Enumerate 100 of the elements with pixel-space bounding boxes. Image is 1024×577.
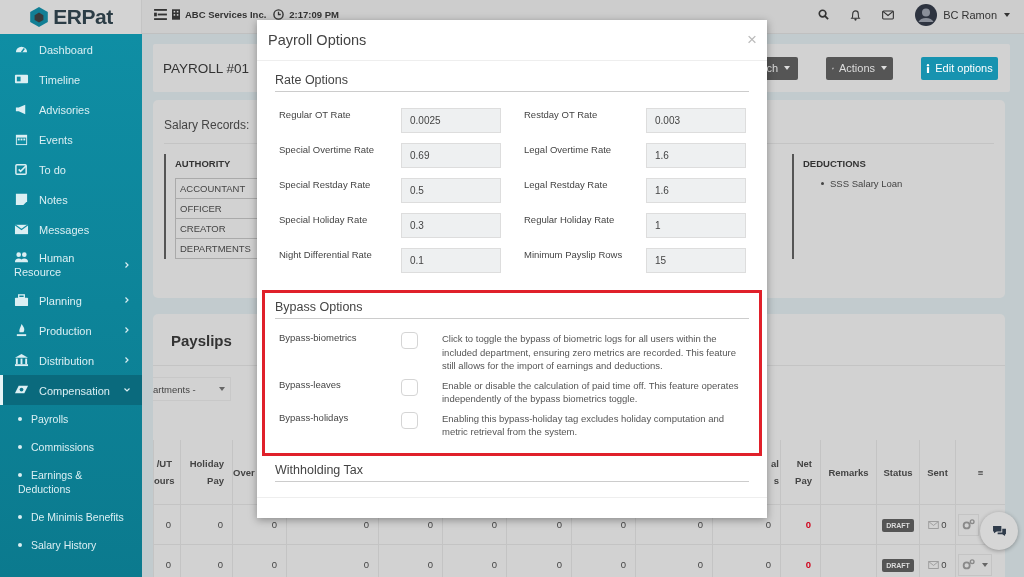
- column-header: Sent: [927, 466, 948, 478]
- table-cell: 0: [271, 519, 277, 530]
- logo-text: ERPat: [53, 5, 113, 29]
- submenu-item[interactable]: Commissions: [0, 433, 142, 461]
- table-cell: 0: [697, 559, 703, 570]
- chevron-right-icon: [124, 261, 130, 268]
- bullet-icon: [18, 515, 22, 519]
- submenu-item[interactable]: De Minimis Benefits: [0, 503, 142, 531]
- bullet-icon: [18, 543, 22, 547]
- column-heading: AUTHORITY: [175, 158, 232, 169]
- logo-icon: [28, 6, 51, 28]
- rate-field[interactable]: 1.6: [646, 143, 746, 168]
- field-label: Legal Overtime Rate: [524, 143, 613, 157]
- rate-field[interactable]: 0.0025: [401, 108, 501, 133]
- field-label: Night Differential Rate: [279, 248, 373, 262]
- rate-field[interactable]: 0.3: [401, 213, 501, 238]
- table-cell: 0: [427, 519, 433, 530]
- sidebar-item[interactable]: Advisories: [0, 94, 142, 124]
- company-name: ABC Services Inc.: [185, 9, 267, 20]
- avatar-icon[interactable]: [915, 3, 938, 26]
- gears-icon: [962, 519, 975, 530]
- check-square-icon: [14, 161, 29, 176]
- table-cell: 0: [363, 519, 369, 530]
- table-cell: 0: [805, 519, 811, 530]
- page-title: PAYROLL #01: [163, 60, 251, 76]
- bullet-icon: [18, 417, 22, 421]
- checkbox[interactable]: [401, 411, 418, 429]
- sidebar-item[interactable]: Compensation: [0, 375, 142, 405]
- column-header: /UT ours: [154, 458, 175, 486]
- field-label: Special Restday Rate: [279, 178, 372, 192]
- rate-field[interactable]: 1: [646, 213, 746, 238]
- gears-icon: [962, 559, 975, 570]
- field-label: Restday OT Rate: [524, 108, 599, 122]
- envelope-icon[interactable]: [882, 9, 895, 20]
- bullet-icon: [821, 182, 824, 185]
- note-icon: [14, 191, 29, 206]
- sidebar-item[interactable]: Dashboard: [0, 34, 142, 64]
- table-cell: 0: [765, 559, 771, 570]
- table-cell: 0: [805, 559, 811, 570]
- envelope-icon: [928, 561, 940, 569]
- rate-field[interactable]: 0.69: [401, 143, 501, 168]
- field-label: Regular OT Rate: [279, 108, 352, 122]
- actions-button[interactable]: Actions: [826, 56, 893, 80]
- edit-options-button[interactable]: Edit options: [921, 56, 998, 80]
- submenu-item[interactable]: Payrolls: [0, 405, 142, 433]
- envelope-icon: [928, 521, 940, 529]
- sidebar-item[interactable]: Events: [0, 124, 142, 154]
- people-icon: [14, 250, 29, 264]
- sidebar-item[interactable]: Distribution: [0, 345, 142, 375]
- clock-time: 2:17:09 PM: [289, 9, 339, 20]
- option-label: Bypass-biometrics: [279, 332, 358, 345]
- column-header: al s: [771, 458, 779, 486]
- table-cell: 0: [217, 559, 223, 570]
- info-icon: [926, 63, 931, 73]
- sidebar-item[interactable]: Production: [0, 315, 142, 345]
- rate-field[interactable]: 0.1: [401, 248, 501, 273]
- search-icon[interactable]: [818, 9, 830, 20]
- briefcase-icon: [14, 292, 29, 307]
- chat-icon: [991, 525, 1007, 537]
- checkbox[interactable]: [401, 378, 418, 396]
- sidebar-item[interactable]: Notes: [0, 184, 142, 214]
- column-header: Over: [233, 466, 255, 478]
- rate-field[interactable]: 0.003: [646, 108, 746, 133]
- building-icon: [172, 9, 180, 20]
- section-title: Withholding Tax: [275, 455, 749, 482]
- table-cell: 0: [620, 519, 626, 530]
- menu-icon[interactable]: [154, 9, 167, 20]
- sidebar-item[interactable]: To do: [0, 154, 142, 184]
- envelope-icon: [14, 221, 29, 236]
- flame-icon: [14, 322, 29, 337]
- bullet-icon: [18, 445, 22, 449]
- sidebar-item[interactable]: Planning: [0, 285, 142, 315]
- user-menu[interactable]: BC Ramon: [943, 8, 1010, 21]
- field-label: Regular Holiday Rate: [524, 213, 616, 227]
- bell-icon[interactable]: [850, 8, 862, 21]
- option-description: Enable or disable the calculation of paid time off. This feature operates independently of the bypass biometrics toggle.: [442, 378, 740, 406]
- column-header: Net Pay: [795, 458, 812, 486]
- chevron-right-icon: [124, 297, 130, 303]
- department-dropdown[interactable]: artments -: [153, 377, 231, 401]
- table-cell: 0: [217, 519, 223, 530]
- checkbox[interactable]: [401, 332, 418, 349]
- rate-field[interactable]: 0.5: [401, 178, 501, 203]
- sent-count: 0: [941, 519, 947, 530]
- table-cell: 0: [363, 559, 369, 570]
- submenu-item[interactable]: Earnings & Deductions: [0, 461, 142, 503]
- rate-field[interactable]: 15: [646, 248, 746, 273]
- table-cell: 0: [427, 559, 433, 570]
- table-cell: 0: [556, 559, 562, 570]
- sidebar-item[interactable]: Human Resource: [0, 244, 142, 285]
- submenu-item[interactable]: Salary History: [0, 531, 142, 559]
- table-cell: 0: [165, 519, 171, 530]
- option-label: Bypass-holidays: [279, 411, 350, 425]
- sidebar-item[interactable]: Timeline: [0, 64, 142, 94]
- option-description: Enabling this bypass-holiday tag excludes holiday computation and metric retrieval from the system.: [442, 411, 725, 439]
- chevron-right-icon: [124, 357, 130, 363]
- sidebar-item[interactable]: Messages: [0, 214, 142, 244]
- field-label: Legal Restday Rate: [524, 178, 609, 192]
- field-label: Minimum Payslip Rows: [524, 248, 624, 262]
- table-cell: 0: [491, 559, 497, 570]
- rate-field[interactable]: 1.6: [646, 178, 746, 203]
